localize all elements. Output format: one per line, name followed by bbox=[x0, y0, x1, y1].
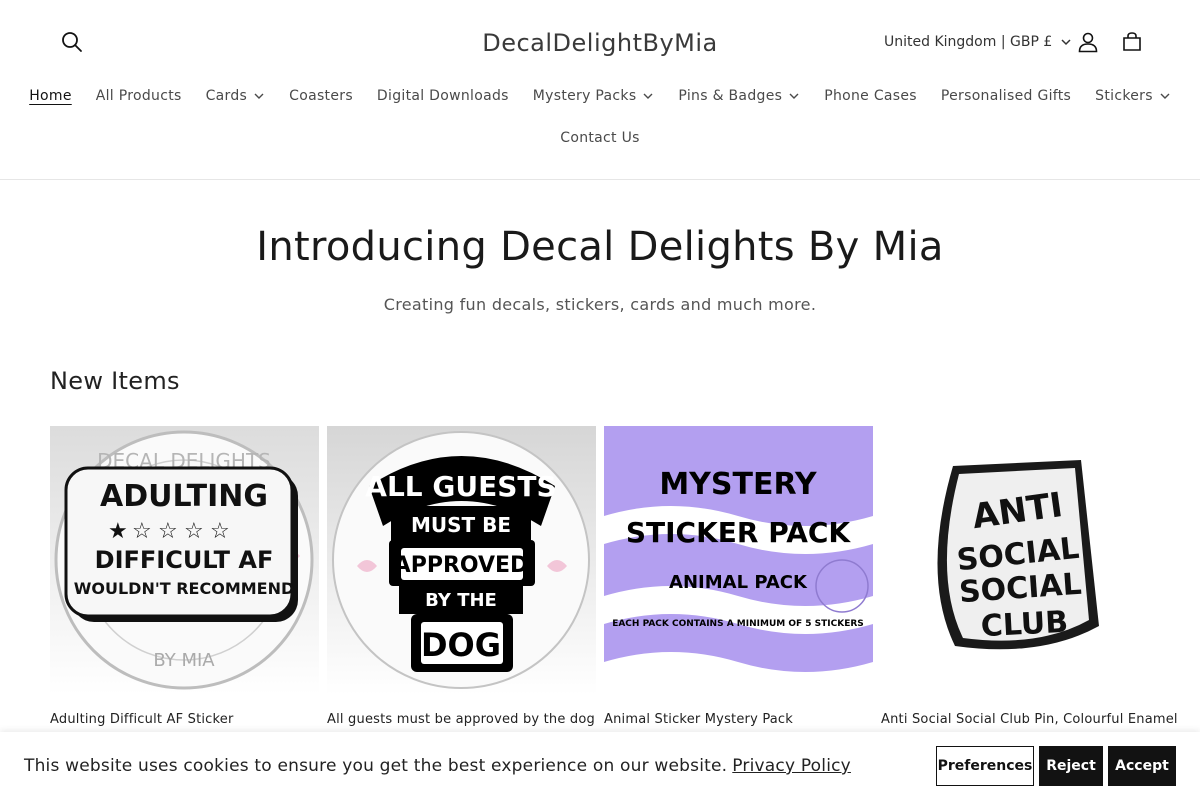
main-nav-row-2: Contact Us bbox=[0, 126, 1200, 150]
chevron-down-icon bbox=[789, 93, 799, 99]
nav-label: All Products bbox=[95, 88, 182, 104]
star-outline-icon: ☆ bbox=[132, 519, 152, 544]
sticker-text-line1: ALL GUESTS bbox=[365, 470, 556, 503]
cookie-accept-button[interactable]: Accept bbox=[1108, 746, 1176, 786]
product-image-guests-dog: ALL GUESTS MUST BE APPROVED BY THE DOG bbox=[327, 426, 596, 695]
locale-label: United Kingdom | GBP £ bbox=[884, 34, 1053, 50]
sticker-text-line1: MYSTERY bbox=[659, 467, 818, 502]
main-nav: Home All Products Cards Coasters Digital… bbox=[0, 84, 1200, 108]
sticker-text-line2: STICKER PACK bbox=[626, 516, 852, 549]
chevron-down-icon bbox=[1160, 93, 1170, 99]
product-image[interactable]: MYSTERY STICKER PACK ANIMAL PACK EACH PA… bbox=[604, 426, 873, 695]
chevron-down-icon bbox=[254, 93, 264, 99]
search-icon bbox=[62, 32, 82, 52]
nav-item-coasters[interactable]: Coasters bbox=[277, 88, 365, 104]
product-image-anti-social-pin: ANTI SOCIAL SOCIAL CLUB bbox=[881, 426, 1150, 695]
nav-label: Cards bbox=[205, 88, 248, 104]
product-title[interactable]: Anti Social Social Club Pin, Colourful E… bbox=[881, 711, 1178, 729]
product-image[interactable]: DECAL DELIGHTS BY MIA ADULTING ★ ☆ ☆ ☆ ☆… bbox=[50, 426, 319, 695]
product-card[interactable]: ANTI SOCIAL SOCIAL CLUB Anti Social Soci… bbox=[881, 426, 1178, 729]
sticker-text-line3: APPROVED bbox=[394, 553, 529, 578]
locale-selector[interactable]: United Kingdom | GBP £ bbox=[876, 28, 1080, 56]
nav-item-cards[interactable]: Cards bbox=[194, 88, 278, 104]
sticker-text-line3: WOULDN'T RECOMMEND bbox=[74, 579, 295, 598]
sticker-text-line5: DOG bbox=[421, 626, 501, 664]
nav-item-pins-badges[interactable]: Pins & Badges bbox=[666, 88, 812, 104]
product-card[interactable]: DECAL DELIGHTS BY MIA ADULTING ★ ☆ ☆ ☆ ☆… bbox=[50, 426, 319, 729]
account-icon bbox=[1078, 32, 1098, 53]
product-grid: DECAL DELIGHTS BY MIA ADULTING ★ ☆ ☆ ☆ ☆… bbox=[50, 426, 1178, 729]
brand-link[interactable]: DecalDelightByMia bbox=[482, 29, 718, 57]
sticker-text-line3: ANIMAL PACK bbox=[669, 572, 808, 593]
account-button[interactable] bbox=[1072, 26, 1104, 58]
product-image-mystery-pack: MYSTERY STICKER PACK ANIMAL PACK EACH PA… bbox=[604, 426, 873, 695]
pin-text-line4: CLUB bbox=[980, 605, 1069, 645]
product-card[interactable]: ALL GUESTS MUST BE APPROVED BY THE DOG A… bbox=[327, 426, 596, 729]
hero-subtitle: Creating fun decals, stickers, cards and… bbox=[383, 295, 817, 314]
nav-item-home[interactable]: Home bbox=[17, 88, 84, 104]
product-image[interactable]: ALL GUESTS MUST BE APPROVED BY THE DOG bbox=[327, 426, 596, 695]
cookie-message: This website uses cookies to ensure you … bbox=[24, 756, 851, 776]
sticker-text-line4: EACH PACK CONTAINS A MINIMUM OF 5 STICKE… bbox=[612, 619, 864, 629]
site-header: DecalDelightByMia United Kingdom | GBP £… bbox=[0, 0, 1200, 180]
product-image-adulting: DECAL DELIGHTS BY MIA ADULTING ★ ☆ ☆ ☆ ☆… bbox=[50, 426, 319, 695]
nav-label: Contact Us bbox=[560, 130, 640, 146]
chevron-down-icon bbox=[643, 93, 653, 99]
sticker-text-line2: MUST BE bbox=[411, 513, 511, 537]
cart-button[interactable] bbox=[1116, 26, 1148, 58]
product-title[interactable]: Animal Sticker Mystery Pack bbox=[604, 711, 873, 729]
cookie-banner: This website uses cookies to ensure you … bbox=[0, 732, 1200, 800]
cookie-message-text: This website uses cookies to ensure you … bbox=[24, 756, 728, 776]
nav-label: Stickers bbox=[1095, 88, 1153, 104]
nav-label: Pins & Badges bbox=[678, 88, 783, 104]
nav-label: Coasters bbox=[289, 88, 353, 104]
nav-item-contact-us[interactable]: Contact Us bbox=[548, 130, 651, 146]
nav-label: Mystery Packs bbox=[532, 88, 637, 104]
star-outline-icon: ☆ bbox=[158, 519, 178, 544]
nav-item-mystery-packs[interactable]: Mystery Packs bbox=[521, 88, 667, 104]
nav-item-stickers[interactable]: Stickers bbox=[1083, 88, 1183, 104]
cookie-preferences-button[interactable]: Preferences bbox=[936, 746, 1034, 786]
nav-label: Personalised Gifts bbox=[940, 88, 1072, 104]
section-title-new-items: New Items bbox=[50, 367, 180, 395]
star-outline-icon: ☆ bbox=[184, 519, 204, 544]
nav-item-phone-cases[interactable]: Phone Cases bbox=[812, 88, 929, 104]
sticker-text-line4: BY THE bbox=[425, 590, 497, 611]
search-button[interactable] bbox=[56, 26, 88, 58]
product-title[interactable]: All guests must be approved by the dog bbox=[327, 711, 596, 729]
nav-label: Phone Cases bbox=[824, 88, 917, 104]
nav-item-personalised-gifts[interactable]: Personalised Gifts bbox=[929, 88, 1083, 104]
nav-item-all-products[interactable]: All Products bbox=[84, 88, 194, 104]
product-card[interactable]: MYSTERY STICKER PACK ANIMAL PACK EACH PA… bbox=[604, 426, 873, 729]
star-icon: ★ bbox=[108, 519, 128, 544]
cookie-actions: Preferences Reject Accept bbox=[936, 746, 1176, 786]
privacy-policy-link[interactable]: Privacy Policy bbox=[732, 756, 851, 776]
hero-title: Introducing Decal Delights By Mia bbox=[256, 224, 944, 270]
nav-label: Digital Downloads bbox=[376, 88, 509, 104]
chevron-down-icon bbox=[1061, 39, 1071, 46]
nav-label: Home bbox=[29, 88, 72, 104]
nav-item-digital-downloads[interactable]: Digital Downloads bbox=[365, 88, 521, 104]
star-outline-icon: ☆ bbox=[210, 519, 230, 544]
cart-icon bbox=[1123, 32, 1141, 51]
sticker-text-line1: ADULTING bbox=[100, 479, 268, 514]
sticker-text-line2: DIFFICULT AF bbox=[95, 546, 274, 574]
product-image[interactable]: ANTI SOCIAL SOCIAL CLUB bbox=[881, 426, 1150, 695]
stamp-text-bottom: BY MIA bbox=[153, 650, 215, 671]
cookie-reject-button[interactable]: Reject bbox=[1039, 746, 1103, 786]
product-title[interactable]: Adulting Difficult AF Sticker bbox=[50, 711, 319, 729]
